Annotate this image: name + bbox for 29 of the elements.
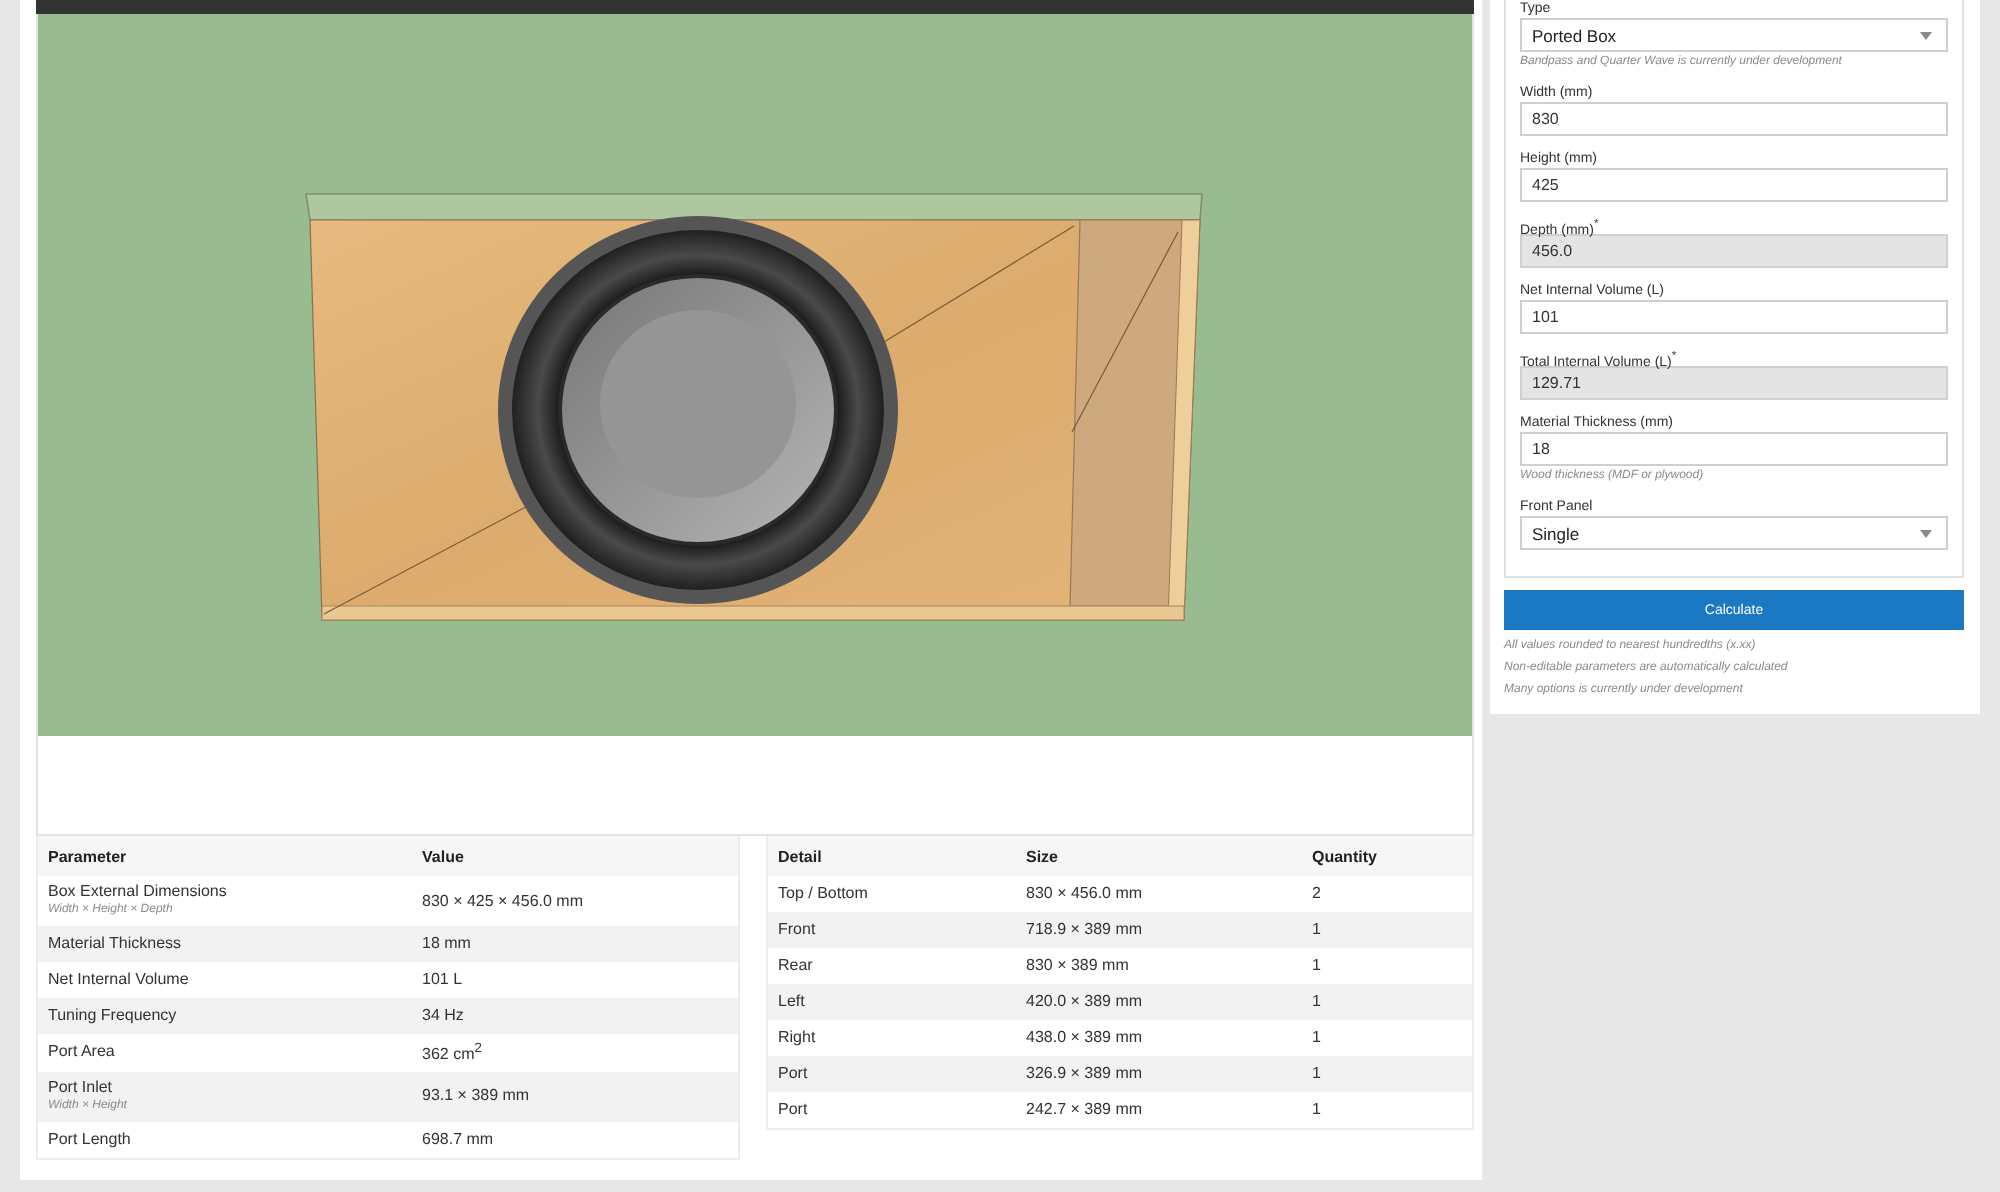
table-cell: Front [768,912,1016,948]
table-cell: Tuning Frequency [38,998,412,1034]
input-field[interactable]: 425 [1520,168,1948,202]
dropdown[interactable]: Ported Box [1520,18,1948,52]
input-field[interactable]: 101 [1520,300,1948,334]
table-cell: 34 Hz [412,998,738,1034]
column-header: Detail [768,836,1016,876]
table-cell: 420.0 × 389 mm [1016,984,1302,1020]
parameter-name: Box External Dimensions [48,882,229,902]
caret-icon [1920,31,1932,39]
input-field[interactable]: 830 [1520,102,1948,136]
column-header: Value [412,836,738,876]
column-header: Parameter [38,836,412,876]
table-cell: 1 [1302,984,1472,1020]
column-header: Quantity [1302,836,1472,876]
input-field[interactable]: 18 [1520,432,1948,466]
table-cell: Left [768,984,1016,1020]
table-cell: 326.9 × 389 mm [1016,1056,1302,1092]
table-cell: 718.9 × 389 mm [1016,912,1302,948]
table-cell: 93.1 × 389 mm [412,1071,738,1122]
column-header: Size [1016,836,1302,876]
parameter-name: Port Inlet [48,1077,115,1098]
table-cell: 18 mm [412,926,738,962]
table-cell: 1 [1302,912,1472,948]
table-cell: Port [768,1056,1016,1092]
dropdown[interactable]: Single [1520,516,1948,550]
table-cell: 1 [1302,1056,1472,1092]
caret-icon [1920,529,1932,537]
table-cell: Material Thickness [38,926,412,962]
